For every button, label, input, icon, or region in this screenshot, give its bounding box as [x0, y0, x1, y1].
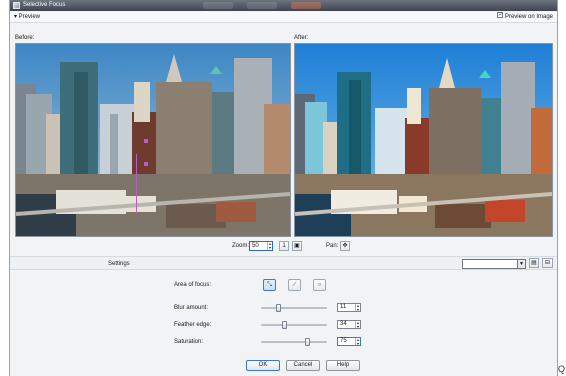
zoom-to-actual-size-button[interactable]: 1	[279, 241, 289, 251]
blur-amount-input[interactable]: 11 ▴ ▾	[337, 303, 361, 312]
background-tab-icon	[291, 2, 321, 9]
zoom-pan-bar: Zoom: 50 ▴ ▾ 1 ▣ Pan: ✥	[10, 240, 557, 252]
saturation-spinner-icon[interactable]: ▴ ▾	[355, 338, 360, 346]
blur-amount-spinner-icon[interactable]: ▴ ▾	[355, 304, 360, 312]
help-button[interactable]: Help	[326, 360, 360, 371]
saturation-slider-thumb[interactable]	[305, 338, 310, 346]
blur-amount-label: Blur amount:	[174, 305, 209, 311]
zoom-value: 50	[252, 243, 259, 249]
preview-on-image-checkbox[interactable]: ✓	[497, 12, 503, 19]
line-focus-icon[interactable]: ⟋	[288, 279, 301, 291]
after-image	[294, 43, 553, 237]
feather-edge-spinner-icon[interactable]: ▴ ▾	[355, 321, 360, 329]
saturation-input[interactable]: 75 ▴ ▾	[337, 337, 361, 346]
settings-label: Settings	[108, 261, 130, 267]
app-icon	[13, 2, 20, 9]
feather-edge-slider[interactable]	[261, 321, 327, 329]
zoom-label: Zoom:	[232, 243, 250, 249]
blur-amount-slider-thumb[interactable]	[276, 304, 281, 312]
zoom-spinner-icon[interactable]: ▴ ▾	[267, 242, 272, 250]
window-title: Selective Focus	[23, 2, 66, 8]
zoom-to-fit-button[interactable]: ▣	[292, 241, 302, 251]
feather-edge-label: Feather edge:	[174, 322, 212, 328]
before-image[interactable]	[15, 43, 291, 237]
ok-button[interactable]: OK	[246, 360, 280, 371]
background-tab-icon	[247, 2, 277, 9]
dialog-window: Selective Focus ▾ Preview ✓ Preview on I…	[9, 0, 558, 376]
blur-amount-slider[interactable]	[261, 304, 327, 312]
rectangle-focus-icon[interactable]: ⤡	[263, 279, 276, 291]
feather-edge-input[interactable]: 34 ▴ ▾	[337, 320, 361, 329]
blur-amount-value: 11	[340, 304, 347, 310]
feather-edge-slider-thumb[interactable]	[282, 321, 287, 329]
cancel-button[interactable]: Cancel	[286, 360, 320, 371]
area-of-focus-label: Area of focus:	[174, 282, 212, 288]
chevron-down-icon[interactable]: ▼	[517, 260, 525, 268]
preview-collapse-toggle[interactable]: ▾ Preview	[14, 12, 40, 23]
after-label: After:	[294, 35, 309, 41]
preview-on-image-option[interactable]: ✓ Preview on Image	[497, 12, 553, 23]
magnifier-icon: Q	[558, 364, 566, 374]
zoom-input[interactable]: 50 ▴ ▾	[249, 241, 273, 251]
preview-on-image-label: Preview on Image	[504, 14, 553, 20]
saturation-value: 75	[340, 338, 347, 344]
title-bar[interactable]: Selective Focus	[10, 0, 557, 11]
preset-select[interactable]: ▼	[462, 259, 526, 269]
saturation-label: Saturation:	[174, 339, 204, 345]
preview-bar: ▾ Preview ✓ Preview on Image	[10, 12, 557, 23]
settings-bar: Settings ▼ ▤ ⊟	[10, 256, 557, 270]
save-preset-button[interactable]: ▤	[529, 258, 539, 268]
ellipse-focus-icon[interactable]: ○	[313, 279, 326, 291]
pan-icon[interactable]: ✥	[340, 241, 350, 251]
background-tab-icon	[203, 2, 233, 9]
pan-label: Pan:	[326, 243, 339, 249]
saturation-slider[interactable]	[261, 338, 327, 346]
feather-edge-value: 34	[340, 321, 347, 327]
delete-preset-button[interactable]: ⊟	[542, 258, 553, 268]
before-label: Before:	[15, 35, 35, 41]
